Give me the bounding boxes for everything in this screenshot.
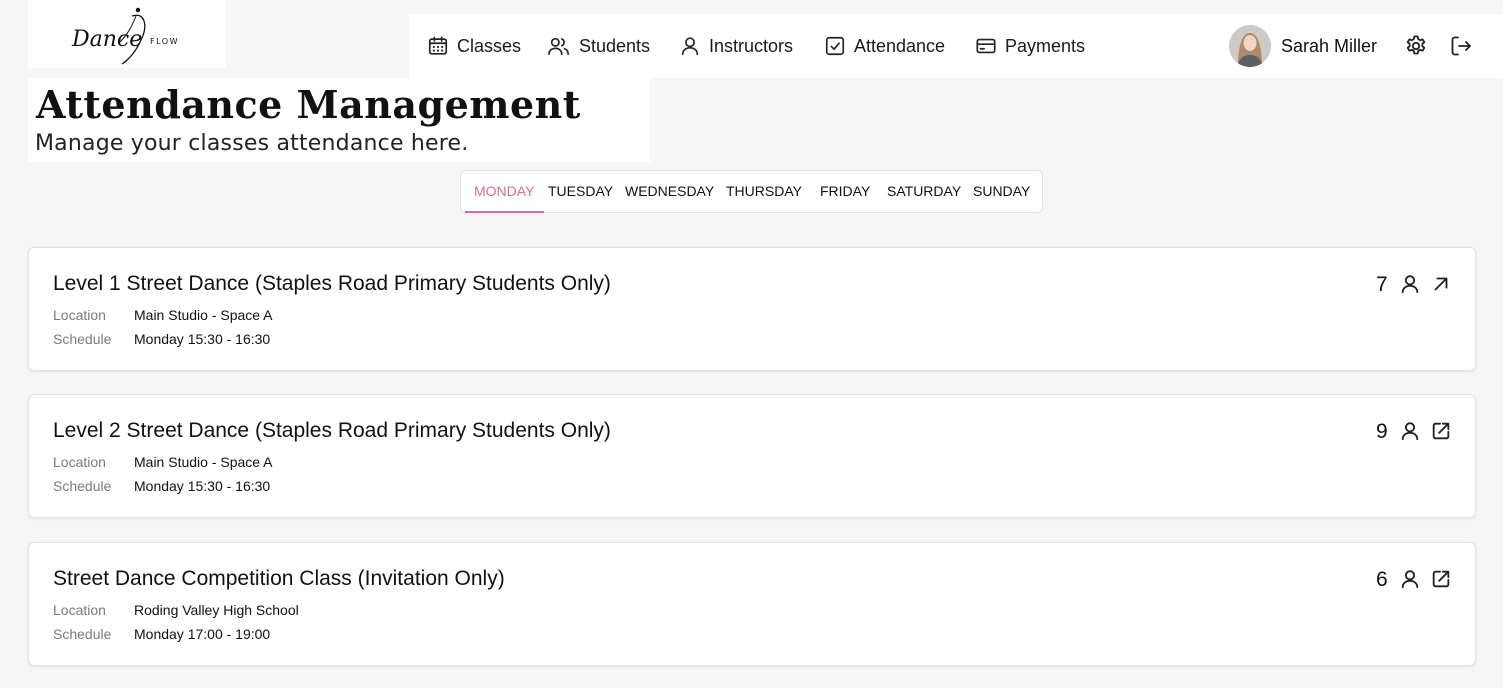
- external-link-icon[interactable]: [1430, 568, 1452, 595]
- nav-students-label: Students: [579, 35, 651, 56]
- page-title: Attendance Management: [36, 82, 581, 127]
- nav-classes-label: Classes: [457, 35, 522, 56]
- location-value: Roding Valley High School: [134, 602, 299, 618]
- gear-icon: [1406, 35, 1426, 55]
- nav-students[interactable]: Students: [547, 34, 650, 58]
- location-label: Location: [53, 602, 106, 618]
- schedule-value: Monday 15:30 - 16:30: [134, 478, 271, 494]
- avatar: [1229, 25, 1271, 67]
- location-value: Main Studio - Space A: [134, 307, 273, 323]
- nav-instructors[interactable]: Instructors: [679, 34, 793, 58]
- active-tab-indicator: [465, 211, 544, 213]
- class-card[interactable]: Street Dance Competition Class (Invitati…: [28, 542, 1476, 666]
- logout-button[interactable]: [1449, 34, 1473, 63]
- credit-card-icon: [976, 38, 996, 54]
- students-icon[interactable]: [1399, 568, 1421, 595]
- schedule-value: Monday 17:00 - 19:00: [134, 626, 271, 642]
- student-count: 9: [1376, 420, 1388, 443]
- page-header: Attendance Management Manage your classe…: [28, 78, 650, 162]
- schedule-label: Schedule: [53, 478, 112, 494]
- students-icon[interactable]: [1399, 273, 1421, 300]
- nav-payments-label: Payments: [1005, 35, 1086, 56]
- page-subtitle: Manage your classes attendance here.: [35, 131, 469, 156]
- tab-wednesday[interactable]: WEDNESDAY: [625, 183, 714, 199]
- users-icon: [548, 37, 569, 56]
- tab-monday[interactable]: MONDAY: [474, 183, 534, 199]
- students-icon[interactable]: [1399, 420, 1421, 447]
- calendar-icon: [428, 36, 448, 55]
- settings-button[interactable]: [1404, 34, 1428, 63]
- nav-attendance[interactable]: Attendance: [824, 34, 945, 58]
- external-link-icon[interactable]: [1430, 420, 1452, 447]
- nav-classes[interactable]: Classes: [427, 34, 521, 58]
- nav-attendance-label: Attendance: [854, 35, 946, 56]
- location-label: Location: [53, 454, 106, 470]
- top-navigation: Classes Students Instructors Attendance …: [409, 14, 1503, 78]
- student-count: 6: [1376, 568, 1388, 591]
- class-name: Level 2 Street Dance (Staples Road Prima…: [53, 419, 611, 442]
- logo-text-side: FLOW: [150, 37, 179, 46]
- user-name: Sarah Miller: [1281, 35, 1378, 56]
- logout-icon: [1451, 36, 1471, 56]
- check-square-icon: [825, 36, 845, 56]
- location-label: Location: [53, 307, 106, 323]
- nav-payments[interactable]: Payments: [975, 34, 1085, 58]
- tab-sunday[interactable]: SUNDAY: [973, 183, 1030, 199]
- user-icon: [681, 37, 699, 56]
- tab-tuesday[interactable]: TUESDAY: [548, 183, 613, 199]
- day-tabs: MONDAY TUESDAY WEDNESDAY THURSDAY FRIDAY…: [460, 170, 1043, 213]
- student-count: 7: [1376, 273, 1388, 296]
- schedule-value: Monday 15:30 - 16:30: [134, 331, 271, 347]
- logo-text-main: Dance: [71, 27, 142, 52]
- schedule-label: Schedule: [53, 331, 112, 347]
- nav-instructors-label: Instructors: [709, 35, 794, 56]
- tab-friday[interactable]: FRIDAY: [820, 183, 870, 199]
- class-card[interactable]: Level 1 Street Dance (Staples Road Prima…: [28, 247, 1476, 371]
- tab-saturday[interactable]: SATURDAY: [887, 183, 961, 199]
- class-name: Street Dance Competition Class (Invitati…: [53, 567, 505, 590]
- tab-thursday[interactable]: THURSDAY: [726, 183, 802, 199]
- class-card[interactable]: Level 2 Street Dance (Staples Road Prima…: [28, 394, 1476, 518]
- class-name: Level 1 Street Dance (Staples Road Prima…: [53, 272, 611, 295]
- dance-flow-logo: Dance FLOW: [71, 7, 179, 65]
- app-logo[interactable]: Dance FLOW: [28, 0, 226, 68]
- location-value: Main Studio - Space A: [134, 454, 273, 470]
- user-profile[interactable]: Sarah Miller: [1229, 25, 1377, 67]
- arrow-up-right-icon[interactable]: [1430, 273, 1452, 300]
- schedule-label: Schedule: [53, 626, 112, 642]
